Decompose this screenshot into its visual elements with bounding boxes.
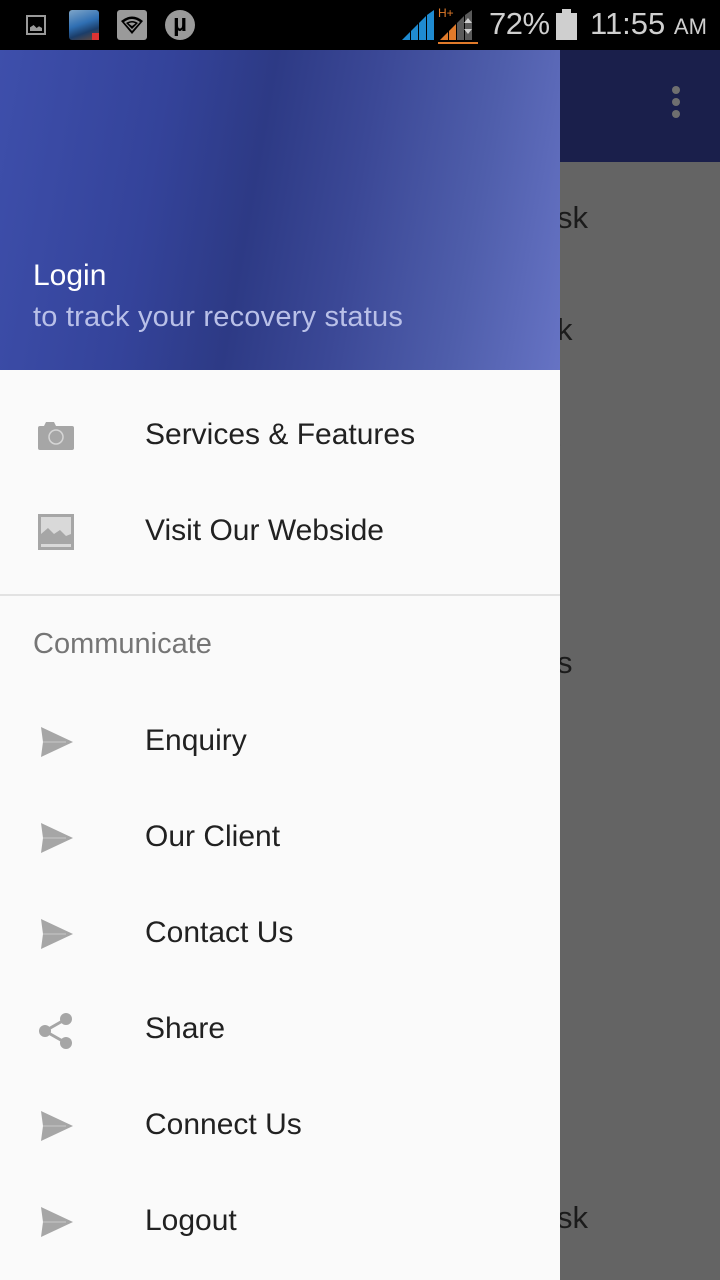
menu-item-services-features[interactable]: Services & Features	[0, 388, 560, 484]
menu-item-label: Visit Our Webside	[145, 514, 384, 547]
data-hplus-icon: H+	[438, 6, 480, 49]
torrent-notification-icon: µ	[165, 10, 195, 40]
game-app-notification-icon	[69, 10, 99, 40]
menu-item-our-client[interactable]: Our Client	[0, 790, 560, 886]
login-subtitle: to track your recovery status	[33, 301, 404, 333]
camera-icon	[36, 418, 76, 454]
battery-icon	[556, 9, 577, 40]
gallery-notification-icon	[26, 15, 46, 35]
section-title-communicate: Communicate	[33, 628, 212, 660]
menu-item-label: Contact Us	[145, 916, 294, 949]
menu-item-label: Our Client	[145, 820, 281, 853]
clock-ampm: AM	[673, 14, 707, 39]
menu-item-label: Share	[145, 1012, 226, 1045]
menu-item-label: Logout	[145, 1204, 237, 1237]
battery-percent: 72%	[489, 6, 550, 41]
menu-item-logout[interactable]: Logout	[0, 1174, 560, 1270]
clock: 11:55 AM	[590, 6, 707, 42]
clock-time: 11:55	[590, 6, 666, 41]
menu-item-connect-us[interactable]: Connect Us	[0, 1078, 560, 1174]
menu-item-label: Enquiry	[145, 724, 247, 757]
signal-icon	[402, 10, 436, 45]
wifi-app-notification-icon	[117, 10, 147, 40]
send-icon	[36, 724, 76, 760]
drawer-divider	[0, 594, 560, 596]
navigation-drawer: Login to track your recovery status Serv…	[0, 50, 560, 1280]
send-icon	[36, 820, 76, 856]
menu-item-label: Services & Features	[145, 418, 416, 451]
menu-item-label: Connect Us	[145, 1108, 302, 1141]
send-icon	[36, 1108, 76, 1144]
network-type-label: H+	[438, 6, 454, 20]
menu-item-contact-us[interactable]: Contact Us	[0, 886, 560, 982]
background-list-text: sk	[557, 1200, 588, 1235]
login-title[interactable]: Login	[33, 259, 106, 293]
send-icon	[36, 1204, 76, 1240]
menu-item-share[interactable]: Share	[0, 982, 560, 1078]
more-vert-icon[interactable]	[668, 86, 684, 126]
send-icon	[36, 916, 76, 952]
share-icon	[36, 1012, 76, 1049]
drawer-header[interactable]: Login to track your recovery status	[0, 50, 560, 370]
menu-item-visit-website[interactable]: Visit Our Webside	[0, 484, 560, 580]
status-bar: µ H+ 72% 11:55 AM	[0, 0, 720, 50]
image-icon	[36, 514, 76, 550]
menu-item-enquiry[interactable]: Enquiry	[0, 694, 560, 790]
background-list-text: sk	[557, 200, 588, 235]
